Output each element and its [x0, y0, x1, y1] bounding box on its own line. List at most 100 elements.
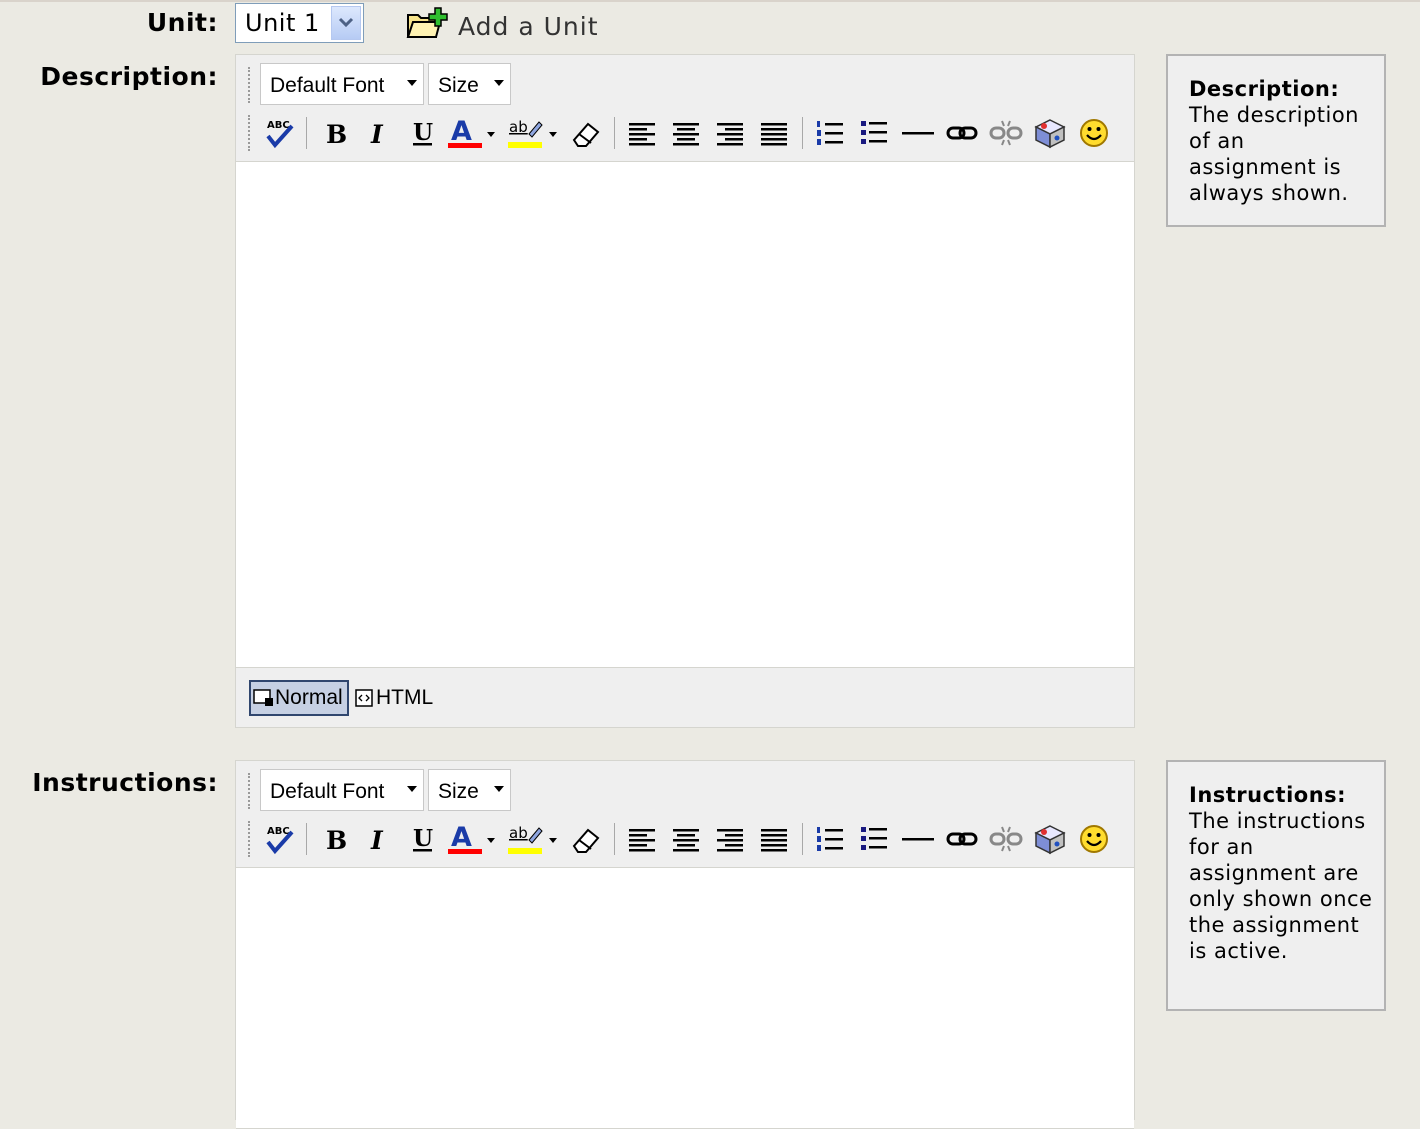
instructions-help-text: The instructions for an assignment are o…: [1189, 809, 1373, 963]
align-center-icon: [673, 123, 699, 146]
unordered-list-button[interactable]: [856, 821, 892, 857]
unordered-list-icon: [861, 827, 887, 850]
add-unit-label: Add a Unit: [458, 12, 599, 41]
bold-button[interactable]: B: [316, 821, 352, 857]
italic-button[interactable]: I: [360, 115, 396, 151]
unit-select[interactable]: Unit 1: [235, 3, 364, 43]
svg-text:ABC: ABC: [267, 826, 290, 837]
align-left-button[interactable]: [624, 115, 660, 151]
normal-mode-button[interactable]: Normal: [249, 680, 349, 716]
eraser-icon: [572, 828, 600, 853]
insert-media-icon: [1034, 119, 1066, 149]
italic-icon: I: [370, 826, 384, 854]
horizontal-rule-icon: [902, 132, 934, 135]
font-family-value: Default Font: [270, 780, 385, 803]
underline-button[interactable]: U: [404, 821, 440, 857]
highlight-color-icon: ab: [508, 118, 557, 148]
toolbar-grip[interactable]: [248, 773, 254, 809]
ordered-list-button[interactable]: [812, 115, 848, 151]
font-color-icon: A: [448, 822, 495, 854]
link-button[interactable]: [944, 115, 980, 151]
chevron-down-icon: [407, 80, 417, 86]
font-color-button[interactable]: A: [446, 115, 502, 151]
eraser-button[interactable]: [568, 115, 604, 151]
toolbar-grip[interactable]: [248, 115, 254, 151]
emoticon-icon: [1080, 119, 1108, 147]
emoticon-button[interactable]: [1076, 821, 1112, 857]
unit-label: Unit:: [146, 8, 218, 37]
toolbar-separator: [306, 117, 307, 149]
link-button[interactable]: [944, 821, 980, 857]
align-right-icon: [717, 829, 743, 852]
toolbar-grip[interactable]: [248, 67, 254, 103]
font-family-value: Default Font: [270, 74, 385, 97]
font-family-combo[interactable]: Default Font: [260, 63, 424, 105]
unlink-button[interactable]: [988, 821, 1024, 857]
align-left-button[interactable]: [624, 821, 660, 857]
ordered-list-button[interactable]: [812, 821, 848, 857]
justify-button[interactable]: [756, 115, 792, 151]
bold-button[interactable]: B: [316, 115, 352, 151]
source-mode-icon: [355, 689, 373, 707]
font-size-combo[interactable]: Size: [428, 63, 511, 105]
spellcheck-icon: ABC: [266, 826, 294, 855]
toolbar-grip[interactable]: [248, 821, 254, 857]
svg-text:U: U: [413, 825, 433, 852]
chevron-down-icon: [494, 786, 504, 792]
underline-icon: U: [413, 825, 433, 852]
add-folder-icon: [406, 7, 448, 38]
align-center-button[interactable]: [668, 115, 704, 151]
unordered-list-icon: [861, 121, 887, 144]
highlight-color-button[interactable]: ab: [506, 821, 564, 857]
font-color-icon: A: [448, 116, 495, 148]
link-icon: [946, 126, 978, 140]
unlink-icon: [989, 826, 1023, 852]
html-mode-button[interactable]: HTML: [354, 680, 433, 716]
toolbar-separator: [614, 823, 615, 855]
top-border: [0, 0, 1420, 2]
font-size-combo[interactable]: Size: [428, 769, 511, 811]
toolbar-separator: [802, 823, 803, 855]
justify-icon: [761, 123, 787, 146]
unlink-button[interactable]: [988, 115, 1024, 151]
align-right-button[interactable]: [712, 821, 748, 857]
font-family-combo[interactable]: Default Font: [260, 769, 424, 811]
eraser-button[interactable]: [568, 821, 604, 857]
editor-mode-bar: Normal HTML: [236, 668, 1134, 728]
unlink-icon: [989, 120, 1023, 146]
instructions-content-area[interactable]: [236, 868, 1134, 1129]
font-color-button[interactable]: A: [446, 821, 502, 857]
description-toolbar: Default Font Size ABC B I U A ab: [236, 55, 1134, 162]
spellcheck-button[interactable]: ABC: [262, 115, 298, 151]
chevron-down-icon: [407, 786, 417, 792]
unordered-list-button[interactable]: [856, 115, 892, 151]
svg-text:ab: ab: [509, 824, 528, 842]
font-size-value: Size: [438, 780, 479, 803]
bold-icon: B: [326, 120, 347, 148]
toolbar-separator: [306, 823, 307, 855]
horizontal-rule-button[interactable]: [900, 821, 936, 857]
font-size-value: Size: [438, 74, 479, 97]
highlight-color-button[interactable]: ab: [506, 115, 564, 151]
italic-button[interactable]: I: [360, 821, 396, 857]
description-editor: Default Font Size ABC B I U A ab Normal …: [235, 54, 1135, 728]
horizontal-rule-button[interactable]: [900, 115, 936, 151]
emoticon-icon: [1080, 825, 1108, 853]
description-content-area[interactable]: [236, 162, 1134, 668]
html-mode-label: HTML: [376, 686, 434, 709]
emoticon-button[interactable]: [1076, 115, 1112, 151]
spellcheck-icon: ABC: [266, 120, 294, 149]
horizontal-rule-icon: [902, 838, 934, 841]
align-center-button[interactable]: [668, 821, 704, 857]
chevron-down-icon[interactable]: [331, 6, 361, 40]
justify-button[interactable]: [756, 821, 792, 857]
spellcheck-button[interactable]: ABC: [262, 821, 298, 857]
insert-media-button[interactable]: [1032, 821, 1068, 857]
italic-icon: I: [370, 120, 384, 148]
align-right-button[interactable]: [712, 115, 748, 151]
instructions-editor: Default Font Size ABC B I U A ab: [235, 760, 1135, 1129]
insert-media-button[interactable]: [1032, 115, 1068, 151]
toolbar-separator: [802, 117, 803, 149]
eraser-icon: [572, 122, 600, 147]
underline-button[interactable]: U: [404, 115, 440, 151]
